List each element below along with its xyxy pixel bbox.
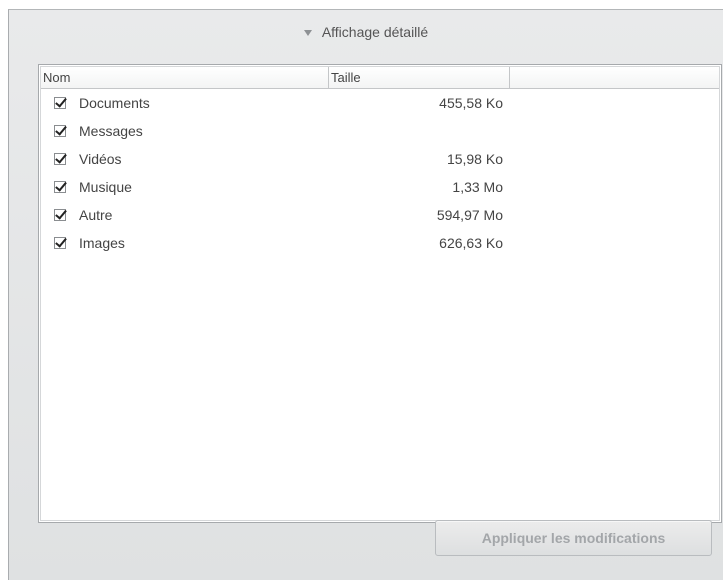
table-row: Messages (41, 119, 719, 147)
row-name: Messages (79, 123, 143, 139)
row-name: Documents (79, 95, 150, 111)
column-header-name[interactable]: Nom (41, 67, 329, 88)
row-size: 455,58 Ko (439, 95, 503, 111)
row-size: 1,33 Mo (452, 179, 503, 195)
triangle-down-icon (303, 29, 312, 36)
checkbox-other[interactable] (54, 209, 66, 221)
table-row: Autre 594,97 Mo (41, 203, 719, 231)
checkbox-messages[interactable] (54, 125, 66, 137)
table-row: Documents 455,58 Ko (41, 91, 719, 119)
column-header-size[interactable]: Taille (329, 67, 510, 88)
checkbox-videos[interactable] (54, 153, 66, 165)
row-name: Autre (79, 207, 113, 223)
table-row: Musique 1,33 Mo (41, 175, 719, 203)
category-list: Nom Taille Documents 455,58 Ko Messages (38, 64, 722, 523)
column-headers: Nom Taille (41, 67, 719, 89)
checkbox-images[interactable] (54, 237, 66, 249)
row-name: Musique (79, 179, 132, 195)
rows: Documents 455,58 Ko Messages Vidéos 15,9… (41, 91, 719, 259)
checkbox-documents[interactable] (54, 97, 66, 109)
row-size: 594,97 Mo (436, 207, 503, 223)
detailed-view-toggle[interactable]: Affichage détaillé (9, 24, 723, 40)
detailed-view-label: Affichage détaillé (321, 24, 429, 40)
checkbox-music[interactable] (54, 181, 66, 193)
details-panel: Affichage détaillé Nom Taille Documents … (8, 9, 723, 580)
row-size: 626,63 Ko (439, 235, 503, 251)
table-row: Vidéos 15,98 Ko (41, 147, 719, 175)
column-header-empty (510, 67, 719, 88)
row-name: Vidéos (79, 151, 122, 167)
apply-changes-button[interactable]: Appliquer les modifications (435, 520, 712, 556)
row-size: 15,98 Ko (446, 151, 503, 167)
table-row: Images 626,63 Ko (41, 231, 719, 259)
row-name: Images (79, 235, 125, 251)
